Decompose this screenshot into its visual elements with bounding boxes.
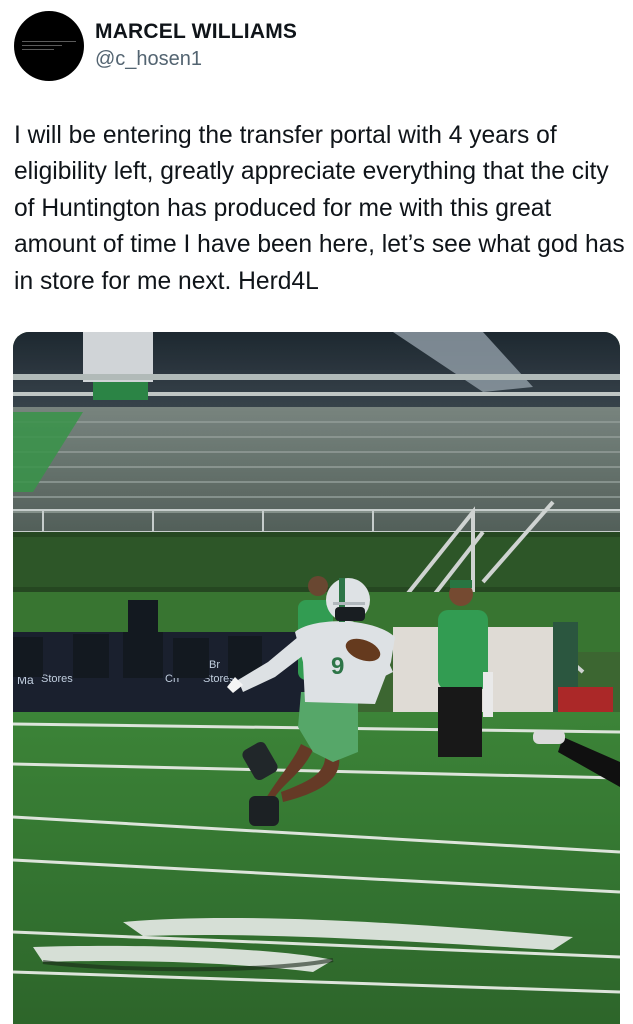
tweet-text: I will be entering the transfer portal w… [14, 122, 632, 295]
football-practice-photo: Ma Stores Ch Br Stores 9 [13, 332, 620, 1024]
author-name[interactable]: MARCEL WILLIAMS [95, 20, 297, 44]
tweet-card: MARCEL WILLIAMS @c_hosen1 I will be ente… [0, 0, 633, 1024]
tweet-media-photo[interactable]: Ma Stores Ch Br Stores 9 [13, 332, 620, 1024]
tweet-header: MARCEL WILLIAMS @c_hosen1 [14, 11, 614, 81]
author-avatar[interactable] [14, 11, 84, 81]
author-handle[interactable]: @c_hosen1 [95, 48, 202, 71]
